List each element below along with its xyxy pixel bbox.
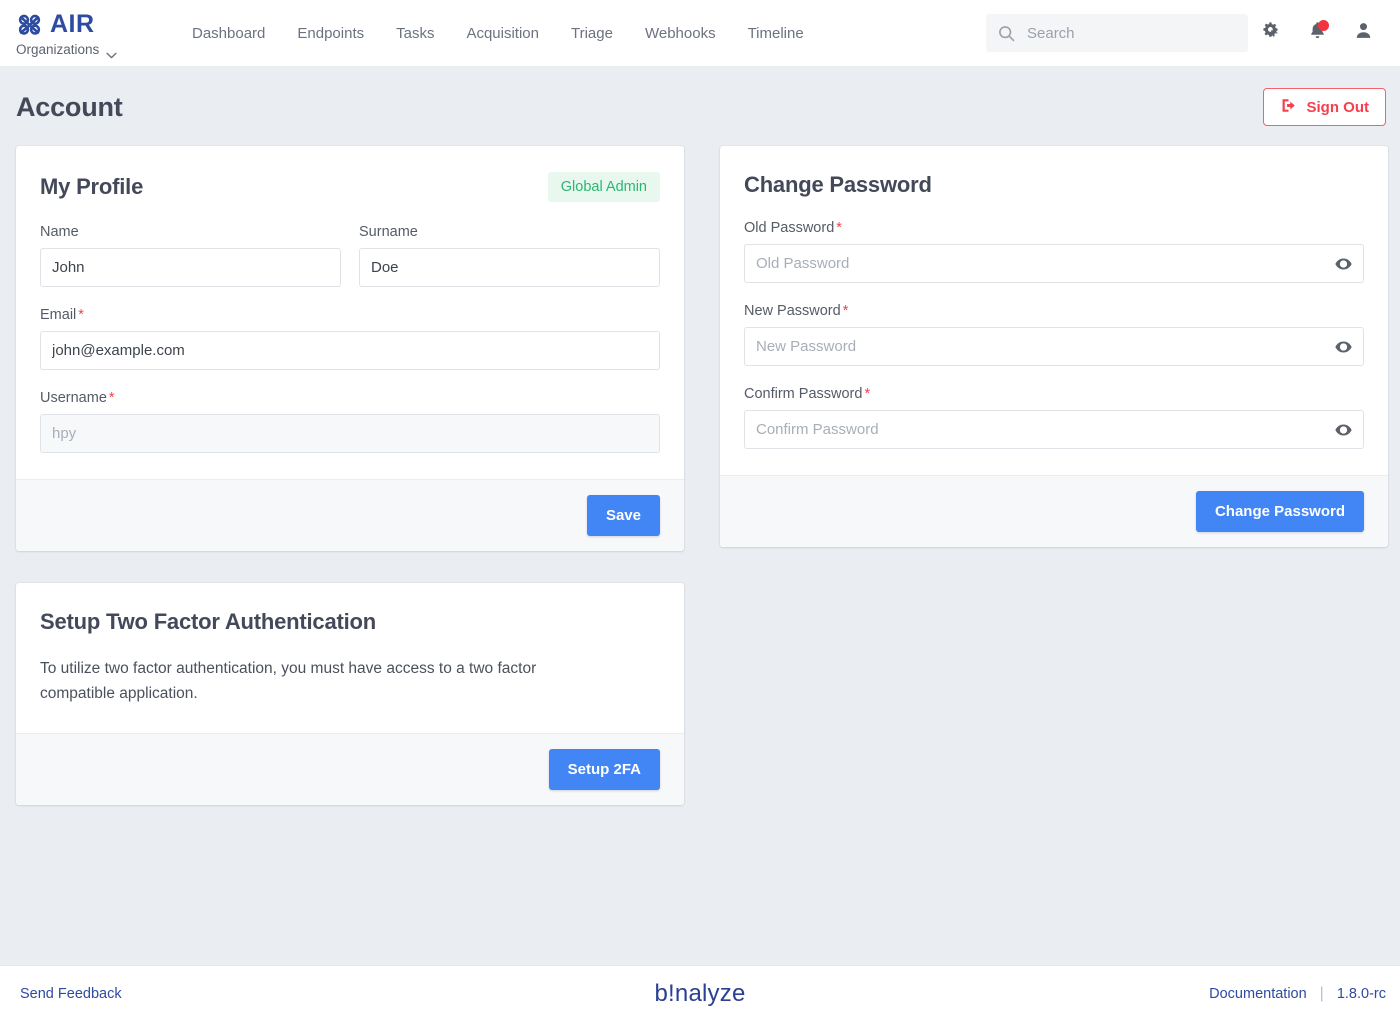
required-marker: * bbox=[843, 303, 849, 319]
user-avatar-icon bbox=[1353, 20, 1374, 46]
account-menu-button[interactable] bbox=[1340, 10, 1386, 56]
air-knot-logo-icon bbox=[16, 11, 43, 38]
account-page: AIR Organizations Dashboard Endpoints Ta… bbox=[0, 0, 1400, 1021]
name-label: Name bbox=[40, 224, 341, 240]
sign-out-button[interactable]: Sign Out bbox=[1263, 88, 1387, 126]
change-password-body: Change Password Old Password* bbox=[720, 146, 1388, 475]
eye-icon[interactable] bbox=[1334, 420, 1353, 439]
my-profile-card: My Profile Global Admin Name Surname bbox=[16, 146, 684, 551]
my-profile-header: My Profile Global Admin bbox=[40, 172, 660, 202]
search-input[interactable] bbox=[1025, 24, 1236, 43]
two-factor-body: Setup Two Factor Authentication To utili… bbox=[16, 583, 684, 733]
top-navigation-bar: AIR Organizations Dashboard Endpoints Ta… bbox=[0, 0, 1400, 66]
email-input[interactable] bbox=[40, 331, 660, 370]
role-badge: Global Admin bbox=[548, 172, 660, 202]
change-password-footer: Change Password bbox=[720, 475, 1388, 547]
name-surname-row: Name Surname bbox=[40, 224, 660, 307]
organizations-label: Organizations bbox=[16, 42, 99, 57]
nav-item-tasks[interactable]: Tasks bbox=[380, 17, 450, 50]
organizations-selector[interactable]: Organizations bbox=[16, 42, 142, 57]
change-password-button[interactable]: Change Password bbox=[1196, 491, 1364, 532]
page-footer: Send Feedback b!nalyze Documentation | 1… bbox=[0, 965, 1400, 1021]
page-title: Account bbox=[16, 92, 123, 123]
nav-item-triage[interactable]: Triage bbox=[555, 17, 629, 50]
my-profile-title: My Profile bbox=[40, 174, 143, 200]
brand-name: AIR bbox=[50, 12, 95, 37]
send-feedback-link[interactable]: Send Feedback bbox=[20, 986, 122, 1002]
app-version: 1.8.0-rc bbox=[1337, 986, 1386, 1002]
page-header: Account Sign Out bbox=[0, 66, 1400, 146]
brand-block[interactable]: AIR Organizations bbox=[16, 10, 142, 57]
nav-item-acquisition[interactable]: Acquisition bbox=[450, 17, 555, 50]
email-label: Email* bbox=[40, 307, 660, 323]
nav-item-endpoints[interactable]: Endpoints bbox=[281, 17, 380, 50]
surname-field-group: Surname bbox=[359, 224, 660, 307]
name-input[interactable] bbox=[40, 248, 341, 287]
old-password-input[interactable] bbox=[744, 244, 1364, 283]
account-grid: My Profile Global Admin Name Surname bbox=[0, 146, 1400, 805]
change-password-title: Change Password bbox=[744, 172, 932, 198]
confirm-password-field-group: Confirm Password* bbox=[744, 386, 1364, 449]
footer-separator: | bbox=[1320, 985, 1324, 1003]
my-profile-footer: Save bbox=[16, 479, 684, 551]
nav-item-timeline[interactable]: Timeline bbox=[732, 17, 820, 50]
gears-icon bbox=[1260, 20, 1282, 47]
username-field-group: Username* bbox=[40, 390, 660, 453]
new-password-field-group: New Password* bbox=[744, 303, 1364, 366]
save-button[interactable]: Save bbox=[587, 495, 660, 536]
sign-out-icon bbox=[1280, 97, 1297, 118]
email-field-group: Email* bbox=[40, 307, 660, 370]
nav-item-dashboard[interactable]: Dashboard bbox=[176, 17, 281, 50]
search-box[interactable] bbox=[986, 14, 1248, 52]
required-marker: * bbox=[109, 390, 115, 406]
right-column: Change Password Old Password* bbox=[720, 146, 1388, 547]
name-field-group: Name bbox=[40, 224, 341, 287]
search-icon bbox=[998, 25, 1015, 42]
required-marker: * bbox=[78, 307, 84, 323]
old-password-field-group: Old Password* bbox=[744, 220, 1364, 283]
confirm-password-input[interactable] bbox=[744, 410, 1364, 449]
two-factor-card: Setup Two Factor Authentication To utili… bbox=[16, 583, 684, 805]
documentation-link[interactable]: Documentation bbox=[1209, 986, 1307, 1002]
setup-2fa-button[interactable]: Setup 2FA bbox=[549, 749, 660, 790]
two-factor-title: Setup Two Factor Authentication bbox=[40, 609, 376, 635]
settings-button[interactable] bbox=[1248, 10, 1294, 56]
sign-out-label: Sign Out bbox=[1307, 99, 1370, 116]
new-password-label: New Password* bbox=[744, 303, 1364, 319]
change-password-card: Change Password Old Password* bbox=[720, 146, 1388, 547]
two-factor-header: Setup Two Factor Authentication bbox=[40, 609, 660, 635]
nav-links: Dashboard Endpoints Tasks Acquisition Tr… bbox=[176, 17, 820, 50]
username-label: Username* bbox=[40, 390, 660, 406]
eye-icon[interactable] bbox=[1334, 337, 1353, 356]
eye-icon[interactable] bbox=[1334, 254, 1353, 273]
nav-item-webhooks[interactable]: Webhooks bbox=[629, 17, 732, 50]
footer-right: Documentation | 1.8.0-rc bbox=[1209, 985, 1386, 1003]
my-profile-body: My Profile Global Admin Name Surname bbox=[16, 146, 684, 479]
new-password-input[interactable] bbox=[744, 327, 1364, 366]
old-password-label: Old Password* bbox=[744, 220, 1364, 236]
required-marker: * bbox=[836, 220, 842, 236]
confirm-password-label: Confirm Password* bbox=[744, 386, 1364, 402]
binalyze-footer-logo: b!nalyze bbox=[620, 980, 780, 1008]
required-marker: * bbox=[864, 386, 870, 402]
chevron-down-icon bbox=[106, 46, 117, 53]
two-factor-footer: Setup 2FA bbox=[16, 733, 684, 805]
surname-input[interactable] bbox=[359, 248, 660, 287]
nav-right-actions bbox=[986, 10, 1386, 56]
notifications-button[interactable] bbox=[1294, 10, 1340, 56]
surname-label: Surname bbox=[359, 224, 660, 240]
two-factor-description: To utilize two factor authentication, yo… bbox=[40, 657, 600, 707]
username-input bbox=[40, 414, 660, 453]
notification-unread-badge bbox=[1318, 20, 1329, 31]
left-column: My Profile Global Admin Name Surname bbox=[16, 146, 684, 805]
change-password-header: Change Password bbox=[744, 172, 1364, 198]
